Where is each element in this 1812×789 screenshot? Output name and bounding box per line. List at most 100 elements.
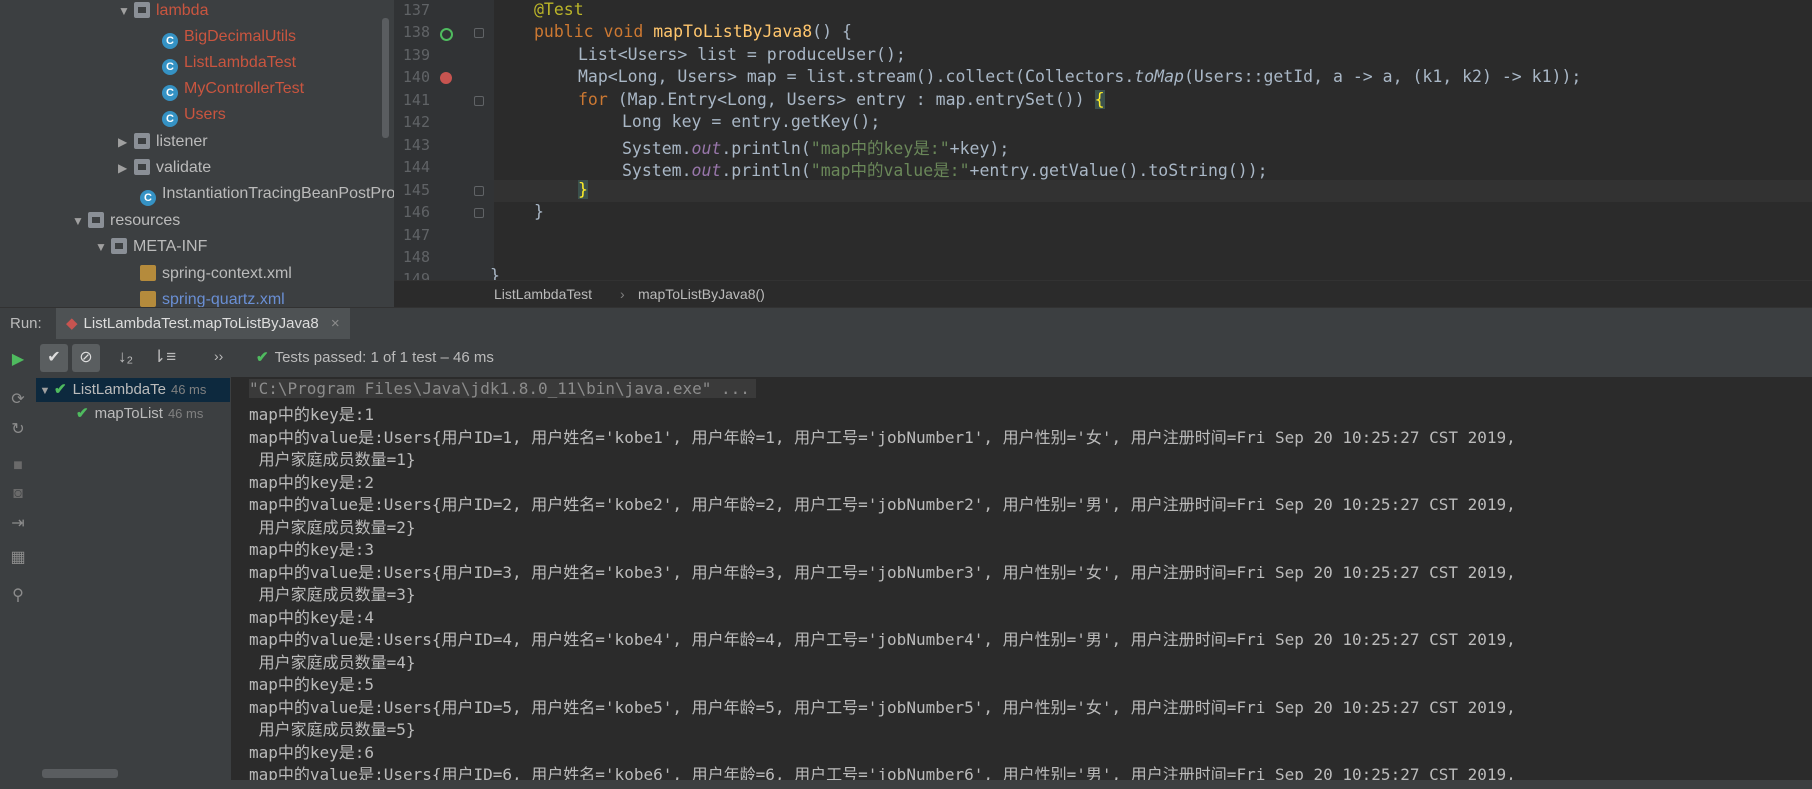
console-line: 用户家庭成员数量=4} <box>249 653 416 672</box>
breadcrumb-method[interactable]: mapToListByJava8() <box>638 281 765 307</box>
xml-file-icon <box>140 265 156 281</box>
xml-file-icon <box>140 291 156 307</box>
chevron-right-icon[interactable]: ▶ <box>118 129 134 155</box>
tree-folder-listener[interactable]: ▶ listener <box>118 129 208 155</box>
line-number: 141 <box>402 91 430 109</box>
code-line-143: System.out.println("map中的key是:"+key); <box>622 139 1010 158</box>
tree-file-users[interactable]: C Users <box>162 102 226 128</box>
sort-duration-icon[interactable]: ⇂≡ <box>152 347 176 367</box>
run-tab-title: ListLambdaTest.mapToListByJava8 <box>83 315 319 332</box>
status-bar <box>0 780 1812 789</box>
breadcrumb: ListLambdaTest › mapToListByJava8() <box>394 280 1812 307</box>
line-number: 147 <box>402 226 430 244</box>
java-class-icon: C <box>162 59 178 75</box>
folder-icon <box>134 159 150 175</box>
run-label: Run: <box>10 315 42 332</box>
test-node-class[interactable]: ▼ ✔ ListLambdaTe 46 ms <box>36 378 230 402</box>
test-config-icon: ◆ <box>66 315 78 332</box>
code-line-137: @Test <box>534 0 584 19</box>
sort-alpha-icon[interactable]: ↓₂ <box>118 347 133 367</box>
console-line: 用户家庭成员数量=1} <box>249 450 416 469</box>
folder-icon <box>134 2 150 18</box>
chevron-down-icon[interactable]: ▼ <box>118 0 134 24</box>
export-icon[interactable]: ⇥ <box>9 513 27 533</box>
line-number: 145 <box>402 181 430 199</box>
camera-icon[interactable]: ◙ <box>9 485 27 503</box>
java-class-icon: C <box>140 190 156 206</box>
tree-scrollbar[interactable] <box>382 18 389 138</box>
console-line: 用户家庭成员数量=3} <box>249 585 416 604</box>
rerun-failed-icon[interactable]: ⟳ <box>9 389 27 409</box>
breadcrumb-class[interactable]: ListLambdaTest <box>494 281 592 307</box>
caret-line-highlight <box>494 180 1812 202</box>
tree-file-mycontrollertest[interactable]: C MyControllerTest <box>162 76 304 102</box>
tree-file-bigdecimalutils[interactable]: C BigDecimalUtils <box>162 24 296 50</box>
console-line: map中的value是:Users{用户ID=1, 用户姓名='kobe1', … <box>249 428 1516 447</box>
tree-folder-resources[interactable]: ▼ resources <box>72 208 180 234</box>
code-editor[interactable]: 137 138 139 140 141 142 143 144 145 146 … <box>394 0 1812 307</box>
code-line-146: } <box>534 202 544 221</box>
close-icon[interactable]: × <box>331 315 340 332</box>
chevron-down-icon[interactable]: ▼ <box>36 379 54 403</box>
line-number: 144 <box>402 158 430 176</box>
console-line: map中的key是:1 <box>249 405 375 424</box>
fold-icon[interactable] <box>474 28 484 38</box>
line-number: 139 <box>402 46 430 64</box>
code-line-138: public void mapToListByJava8() { <box>534 22 852 41</box>
override-marker-icon[interactable] <box>440 72 452 84</box>
layout-icon[interactable]: ▦ <box>9 547 27 567</box>
test-node-method[interactable]: ✔ mapToList 46 ms <box>76 402 203 426</box>
line-number: 140 <box>402 68 430 86</box>
line-number: 143 <box>402 136 430 154</box>
console-line: map中的value是:Users{用户ID=4, 用户姓名='kobe4', … <box>249 630 1516 649</box>
code-line-145: } <box>578 180 588 199</box>
console-output[interactable]: "C:\Program Files\Java\jdk1.8.0_11\bin\j… <box>231 377 1812 789</box>
tree-file-spring-context[interactable]: spring-context.xml <box>140 261 292 287</box>
test-tree-scrollbar[interactable] <box>42 769 118 778</box>
stop-icon[interactable]: ■ <box>9 457 27 475</box>
console-line: map中的key是:3 <box>249 540 375 559</box>
more-icon[interactable]: ›› <box>214 348 223 364</box>
check-icon: ✔ <box>76 405 89 422</box>
line-number: 142 <box>402 113 430 131</box>
code-line-139: List<Users> list = produceUser(); <box>578 45 906 64</box>
fold-icon[interactable] <box>474 186 484 196</box>
code-line-144: System.out.println("map中的value是:"+entry.… <box>622 161 1268 180</box>
run-tool-header: Run: ◆ ListLambdaTest.mapToListByJava8 × <box>0 307 1812 340</box>
code-line-149: } <box>490 266 500 280</box>
pin-icon[interactable]: ⚲ <box>9 585 27 605</box>
line-number: 149 <box>402 270 430 280</box>
java-class-icon: C <box>162 111 178 127</box>
chevron-down-icon[interactable]: ▼ <box>95 234 111 260</box>
folder-icon <box>134 133 150 149</box>
breadcrumb-separator: › <box>620 286 625 302</box>
tree-file-spring-quartz[interactable]: spring-quartz.xml <box>140 287 285 307</box>
run-test-icon[interactable] <box>440 28 453 41</box>
fold-icon[interactable] <box>474 208 484 218</box>
line-number: 137 <box>402 1 430 19</box>
run-toolbar: ✔ ⊘ ↓₂ ⇂≡ ›› ✔ Tests passed: 1 of 1 test … <box>36 339 1812 378</box>
code-line-142: Long key = entry.getKey(); <box>622 112 881 131</box>
fold-icon[interactable] <box>474 96 484 106</box>
tree-file-instantiationtracing[interactable]: C InstantiationTracingBeanPostPro <box>140 181 394 207</box>
console-line: map中的key是:4 <box>249 608 375 627</box>
tree-folder-meta-inf[interactable]: ▼ META-INF <box>95 234 207 260</box>
tree-folder-lambda[interactable]: ▼ lambda <box>118 0 208 24</box>
show-ignored-button[interactable]: ⊘ <box>72 344 100 372</box>
toggle-autotest-icon[interactable]: ↻ <box>9 419 27 439</box>
project-tree: ▼ lambda C BigDecimalUtils C ListLambdaTest… <box>0 0 394 307</box>
console-line: map中的value是:Users{用户ID=2, 用户姓名='kobe2', … <box>249 495 1516 514</box>
chevron-down-icon[interactable]: ▼ <box>72 208 88 234</box>
run-tab[interactable]: ◆ ListLambdaTest.mapToListByJava8 × <box>56 308 350 340</box>
tree-file-listlambdatest[interactable]: C ListLambdaTest <box>162 50 296 76</box>
folder-icon <box>111 238 127 254</box>
chevron-right-icon[interactable]: ▶ <box>118 155 134 181</box>
tree-folder-validate[interactable]: ▶ validate <box>118 155 211 181</box>
console-line: map中的value是:Users{用户ID=3, 用户姓名='kobe3', … <box>249 563 1516 582</box>
console-line: map中的key是:6 <box>249 743 375 762</box>
console-line: 用户家庭成员数量=2} <box>249 518 416 537</box>
check-icon: ✔ <box>54 381 67 398</box>
rerun-icon[interactable]: ▶ <box>9 349 27 369</box>
line-number: 146 <box>402 203 430 221</box>
show-passed-button[interactable]: ✔ <box>40 344 68 372</box>
